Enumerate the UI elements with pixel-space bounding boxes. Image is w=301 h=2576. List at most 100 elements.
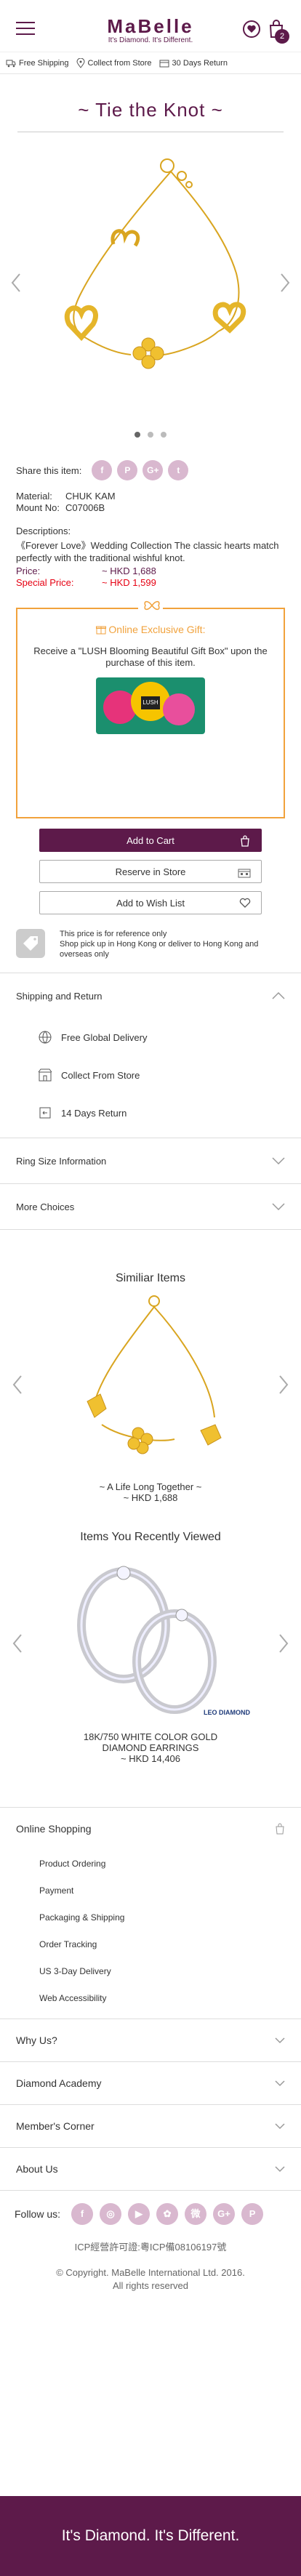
online-shopping-header[interactable]: Online Shopping <box>16 1808 285 1850</box>
shipping-return-header[interactable]: Shipping and Return <box>16 973 285 1018</box>
header: MaBelle It's Diamond. It's Different. 2 <box>0 0 301 52</box>
similar-bracelet-image <box>87 1295 222 1454</box>
service-label: 30 Days Return <box>172 58 228 68</box>
add-to-wishlist-button[interactable]: Add to Wish List <box>39 891 262 914</box>
action-buttons: Add to Cart Reserve in Store Add to Wish… <box>0 829 301 914</box>
material-row: Material: CHUK KAM <box>16 491 285 502</box>
carousel-next-arrow-icon[interactable] <box>276 1633 291 1654</box>
carousel-prev-arrow-icon[interactable] <box>10 1633 25 1654</box>
similar-items-carousel[interactable]: ~ A Life Long Together ~ ~ HKD 1,688 <box>0 1294 301 1512</box>
why-us-header[interactable]: Why Us? <box>16 2019 285 2061</box>
footer-section-title: Online Shopping <box>16 1823 92 1835</box>
member-corner-header[interactable]: Member's Corner <box>16 2105 285 2147</box>
chevron-down-icon[interactable] <box>275 2165 285 2173</box>
chevron-down-icon[interactable] <box>272 1157 285 1164</box>
material-value: CHUK KAM <box>65 491 116 502</box>
carousel-prev-arrow-icon[interactable] <box>10 1374 25 1396</box>
gift-description: Receive a "LUSH Blooming Beautiful Gift … <box>33 645 268 668</box>
collect-from-store-item: Collect From Store <box>16 1056 285 1094</box>
collect-from-store[interactable]: Collect from Store <box>76 57 152 68</box>
footer-member-corner: Member's Corner <box>0 2104 301 2147</box>
free-shipping[interactable]: Free Shipping <box>6 59 69 68</box>
pagination-dot[interactable] <box>135 432 141 438</box>
copyright-line: All rights reserved <box>112 2280 189 2291</box>
chevron-down-icon[interactable] <box>272 1203 285 1210</box>
copyright-line: © Copyright. MaBelle International Ltd. … <box>56 2267 245 2278</box>
material-label: Material: <box>16 491 52 502</box>
footer-online-shopping: Online Shopping Product Ordering Payment… <box>0 1807 301 2011</box>
return-policy[interactable]: 30 Days Return <box>159 59 228 68</box>
ring-size-header[interactable]: Ring Size Information <box>16 1138 285 1183</box>
footer-link-product-ordering[interactable]: Product Ordering <box>16 1850 285 1877</box>
footer-link-order-tracking[interactable]: Order Tracking <box>16 1931 285 1957</box>
return-box-icon <box>39 1107 51 1119</box>
reserve-in-store-button[interactable]: Reserve in Store <box>39 860 262 883</box>
diamond-academy-header[interactable]: Diamond Academy <box>16 2062 285 2104</box>
footer-why-us: Why Us? <box>0 2018 301 2061</box>
youtube-icon[interactable]: ▶ <box>128 2202 150 2225</box>
price-label: Price: <box>16 565 41 576</box>
ring-size-section: Ring Size Information <box>0 1138 301 1183</box>
pagination-dot[interactable] <box>160 432 166 438</box>
location-pin-icon <box>76 57 85 68</box>
google-plus-icon[interactable]: G+ <box>143 460 164 480</box>
wechat-icon[interactable]: 微 <box>185 2202 207 2225</box>
follow-us-row: Follow us: f ◎ ▶ ✿ 微 G+ P <box>0 2190 301 2237</box>
product-gallery[interactable] <box>0 142 301 426</box>
cart-count-badge: 2 <box>275 29 289 44</box>
pinterest-icon[interactable]: P <box>241 2202 264 2225</box>
recent-item-info[interactable]: 18K/750 WHITE COLOR GOLD DIAMOND EARRING… <box>0 1731 301 1764</box>
gallery-prev-arrow-icon[interactable] <box>9 272 23 294</box>
wishlist-heart-icon[interactable] <box>241 19 262 39</box>
footer-link-packaging-shipping[interactable]: Packaging & Shipping <box>16 1904 285 1931</box>
heart-icon <box>239 898 251 908</box>
notice-line: This price is for reference only <box>60 930 167 938</box>
instagram-icon[interactable]: ◎ <box>100 2202 122 2225</box>
globe-icon <box>39 1031 52 1044</box>
price-row: Price: ~ HKD 1,688 <box>16 565 285 577</box>
footer-link-us-delivery[interactable]: US 3-Day Delivery <box>16 1957 285 1984</box>
google-plus-icon[interactable]: G+ <box>213 2202 236 2225</box>
chevron-down-icon[interactable] <box>275 2080 285 2087</box>
bracelet-image <box>64 158 246 369</box>
special-price-row: Special Price: ~ HKD 1,599 <box>16 577 285 589</box>
more-choices-header[interactable]: More Choices <box>16 1184 285 1229</box>
similar-items-title: Similiar Items <box>115 1272 185 1284</box>
icp-license[interactable]: ICP經營許可證:粵ICP備08106197號 <box>0 2239 301 2253</box>
facebook-icon[interactable]: f <box>71 2202 94 2225</box>
chevron-up-icon[interactable] <box>272 992 285 999</box>
pinterest-icon[interactable]: P <box>117 460 138 480</box>
mount-label: Mount No: <box>16 502 60 513</box>
product-info: Share this item: f P G+ t Material: CHUK … <box>0 460 301 589</box>
about-us-header[interactable]: About Us <box>16 2148 285 2190</box>
special-price-value: ~ HKD 1,599 <box>102 577 156 588</box>
gift-icon <box>95 626 106 635</box>
shipping-item-label: 14 Days Return <box>61 1107 127 1119</box>
shipping-item-label: Free Global Delivery <box>61 1031 148 1043</box>
facebook-icon[interactable]: f <box>92 460 113 480</box>
footer-section-title: About Us <box>16 2163 58 2175</box>
product-price: ~ HKD 14,406 <box>120 1753 181 1764</box>
description-label: Descriptions: <box>16 526 71 536</box>
recently-viewed-carousel[interactable]: LEO DIAMOND 18K/750 WHITE COLOR GOLD DIA… <box>0 1553 301 1785</box>
footer-section-title: Member's Corner <box>16 2120 95 2132</box>
weibo-icon[interactable]: ✿ <box>156 2202 179 2225</box>
chevron-down-icon[interactable] <box>275 2037 285 2044</box>
share-label: Share this item: <box>16 464 82 476</box>
reserve-label: Reserve in Store <box>115 866 186 877</box>
gallery-next-arrow-icon[interactable] <box>278 272 292 294</box>
shipping-return-section: Shipping and Return Free Global Delivery… <box>0 973 301 1132</box>
carousel-next-arrow-icon[interactable] <box>276 1374 291 1396</box>
recently-viewed-title: Items You Recently Viewed <box>80 1531 221 1543</box>
return-item: 14 Days Return <box>16 1094 285 1132</box>
footer-about-us: About Us <box>0 2147 301 2190</box>
shop-icon <box>38 1068 52 1082</box>
similar-item-info[interactable]: ~ A Life Long Together ~ ~ HKD 1,688 <box>0 1481 301 1503</box>
chevron-down-icon[interactable] <box>275 2122 285 2130</box>
footer-link-web-accessibility[interactable]: Web Accessibility <box>16 1984 285 2011</box>
add-to-cart-button[interactable]: Add to Cart <box>39 829 262 852</box>
pagination-dot[interactable] <box>148 432 153 438</box>
footer-link-payment[interactable]: Payment <box>16 1877 285 1904</box>
price-value: ~ HKD 1,688 <box>102 565 156 576</box>
twitter-icon[interactable]: t <box>168 460 189 480</box>
